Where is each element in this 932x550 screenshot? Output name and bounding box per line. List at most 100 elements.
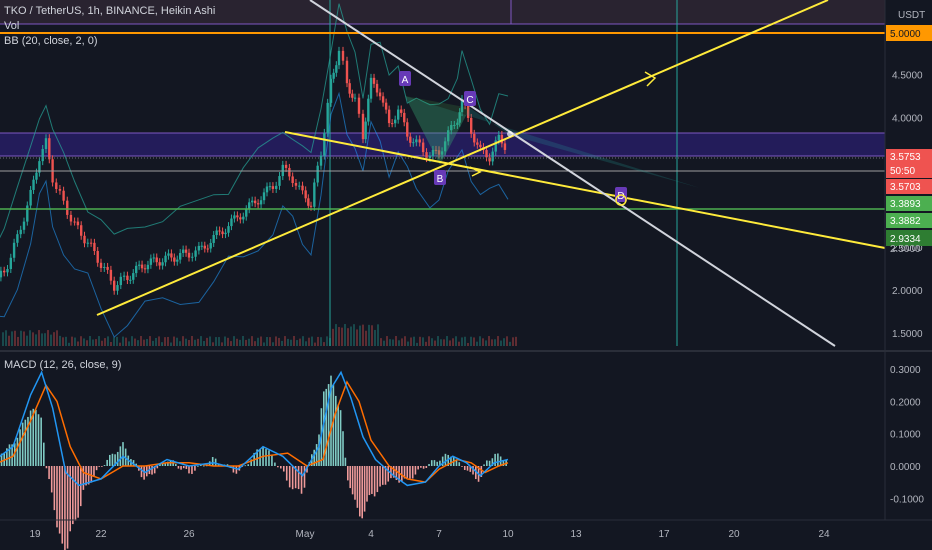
candle-body [9,257,12,270]
macd-histogram-bar [337,404,339,466]
macd-histogram-bar [43,442,45,466]
volume-bar [500,340,502,346]
candle-body [176,259,179,262]
volume-bar [80,336,82,346]
volume-bar [101,340,103,346]
volume-bar [296,340,298,346]
time-tick-label: 17 [658,529,670,540]
candle-body [503,143,507,150]
macd-histogram-bar [354,466,356,500]
volume-bar [350,326,352,346]
volume-bar [182,336,184,346]
candle-body [227,226,230,233]
candle-body [291,176,294,183]
volume-bar [218,337,220,346]
vol-label[interactable]: Vol [4,19,215,34]
candle-body [288,167,291,177]
volume-bar [266,336,268,346]
volume-bar [374,329,376,346]
candle-body [170,253,173,258]
chart-canvas: ABCD 1.50002.00002.50003.00003.50004.000… [0,0,932,550]
volume-bar [125,337,127,346]
volume-bar [338,327,340,346]
volume-bar [155,337,157,346]
candle-body [262,192,266,201]
volume-bar [497,336,499,346]
macd-label[interactable]: MACD (12, 26, close, 9) [4,359,121,371]
volume-bar [26,335,28,346]
volume-bar [110,342,112,346]
candle-body [242,216,245,220]
candle-body [316,165,319,183]
volume-bar [347,328,349,346]
macd-histogram-bar [344,457,347,466]
volume-bar [140,336,142,346]
candle-body [357,97,361,114]
symbol-line[interactable]: TKO / TetherUS, 1h, BINANCE, Heikin Ashi [4,4,215,19]
macd-histogram-bar [359,466,361,517]
macd-histogram-bar [8,444,11,466]
volume-bar [491,339,493,346]
price-tag-label: 3.3882 [890,216,921,227]
candle-body [351,93,354,98]
volume-bar [41,333,43,346]
candle-body [66,200,69,215]
candle-body [335,65,338,73]
volume-bar [473,337,475,346]
volume-bar [134,338,136,346]
bb-label[interactable]: BB (20, close, 2, 0) [4,34,215,49]
macd-histogram-bar [409,466,411,479]
candle-body [421,142,425,153]
candle-body [191,256,194,258]
volume-bar [161,342,163,346]
price-tick-label: 4.0000 [892,114,923,125]
volume-bar [74,337,76,346]
candle-body [281,164,284,177]
macd-histogram-bar [463,466,466,470]
candle-body [497,134,500,141]
candle-body [41,149,44,162]
macd-histogram-bar [232,466,235,473]
volume-bar [221,342,223,346]
macd-histogram-bar [288,466,291,488]
volume-bar [434,340,436,346]
volume-bar [209,336,211,346]
volume-bar [65,336,67,346]
pattern-point-label: B [437,174,444,185]
macd-histogram-bar [58,466,61,534]
apex-dot [507,131,513,137]
candle-body [253,200,257,204]
macd-histogram-bar [188,466,190,474]
volume-bar [11,331,13,346]
candle-body [236,215,239,218]
macd-histogram-bar [488,460,491,466]
candle-body [86,242,89,244]
candle-body [403,112,406,123]
volume-bar [116,336,118,346]
macd-histogram-bar [180,466,182,470]
volume-bar [335,324,337,346]
candle-body [381,96,385,103]
candle-body [397,109,400,120]
candle-body [146,264,150,270]
candle-body [393,119,397,124]
candle-body [6,269,9,273]
volume-bar [236,338,238,346]
volume-bar [281,340,283,346]
price-tag-label: 50:50 [890,166,915,177]
candle-body [16,234,19,243]
volume-bar [344,324,346,346]
macd-histogram-bar [48,466,50,480]
volume-bar [356,329,358,346]
macd-histogram-bar [433,460,436,466]
volume-bar [23,331,25,346]
volume-bar [68,342,70,346]
volume-bar [392,339,394,346]
macd-histogram-bar [486,460,488,466]
volume-bar [512,337,514,346]
candle-body [129,279,132,281]
volume-bar [98,336,100,346]
candle-body [113,280,116,291]
price-tick-label: 1.5000 [892,329,923,340]
price-tag-label: 5.0000 [890,29,921,40]
